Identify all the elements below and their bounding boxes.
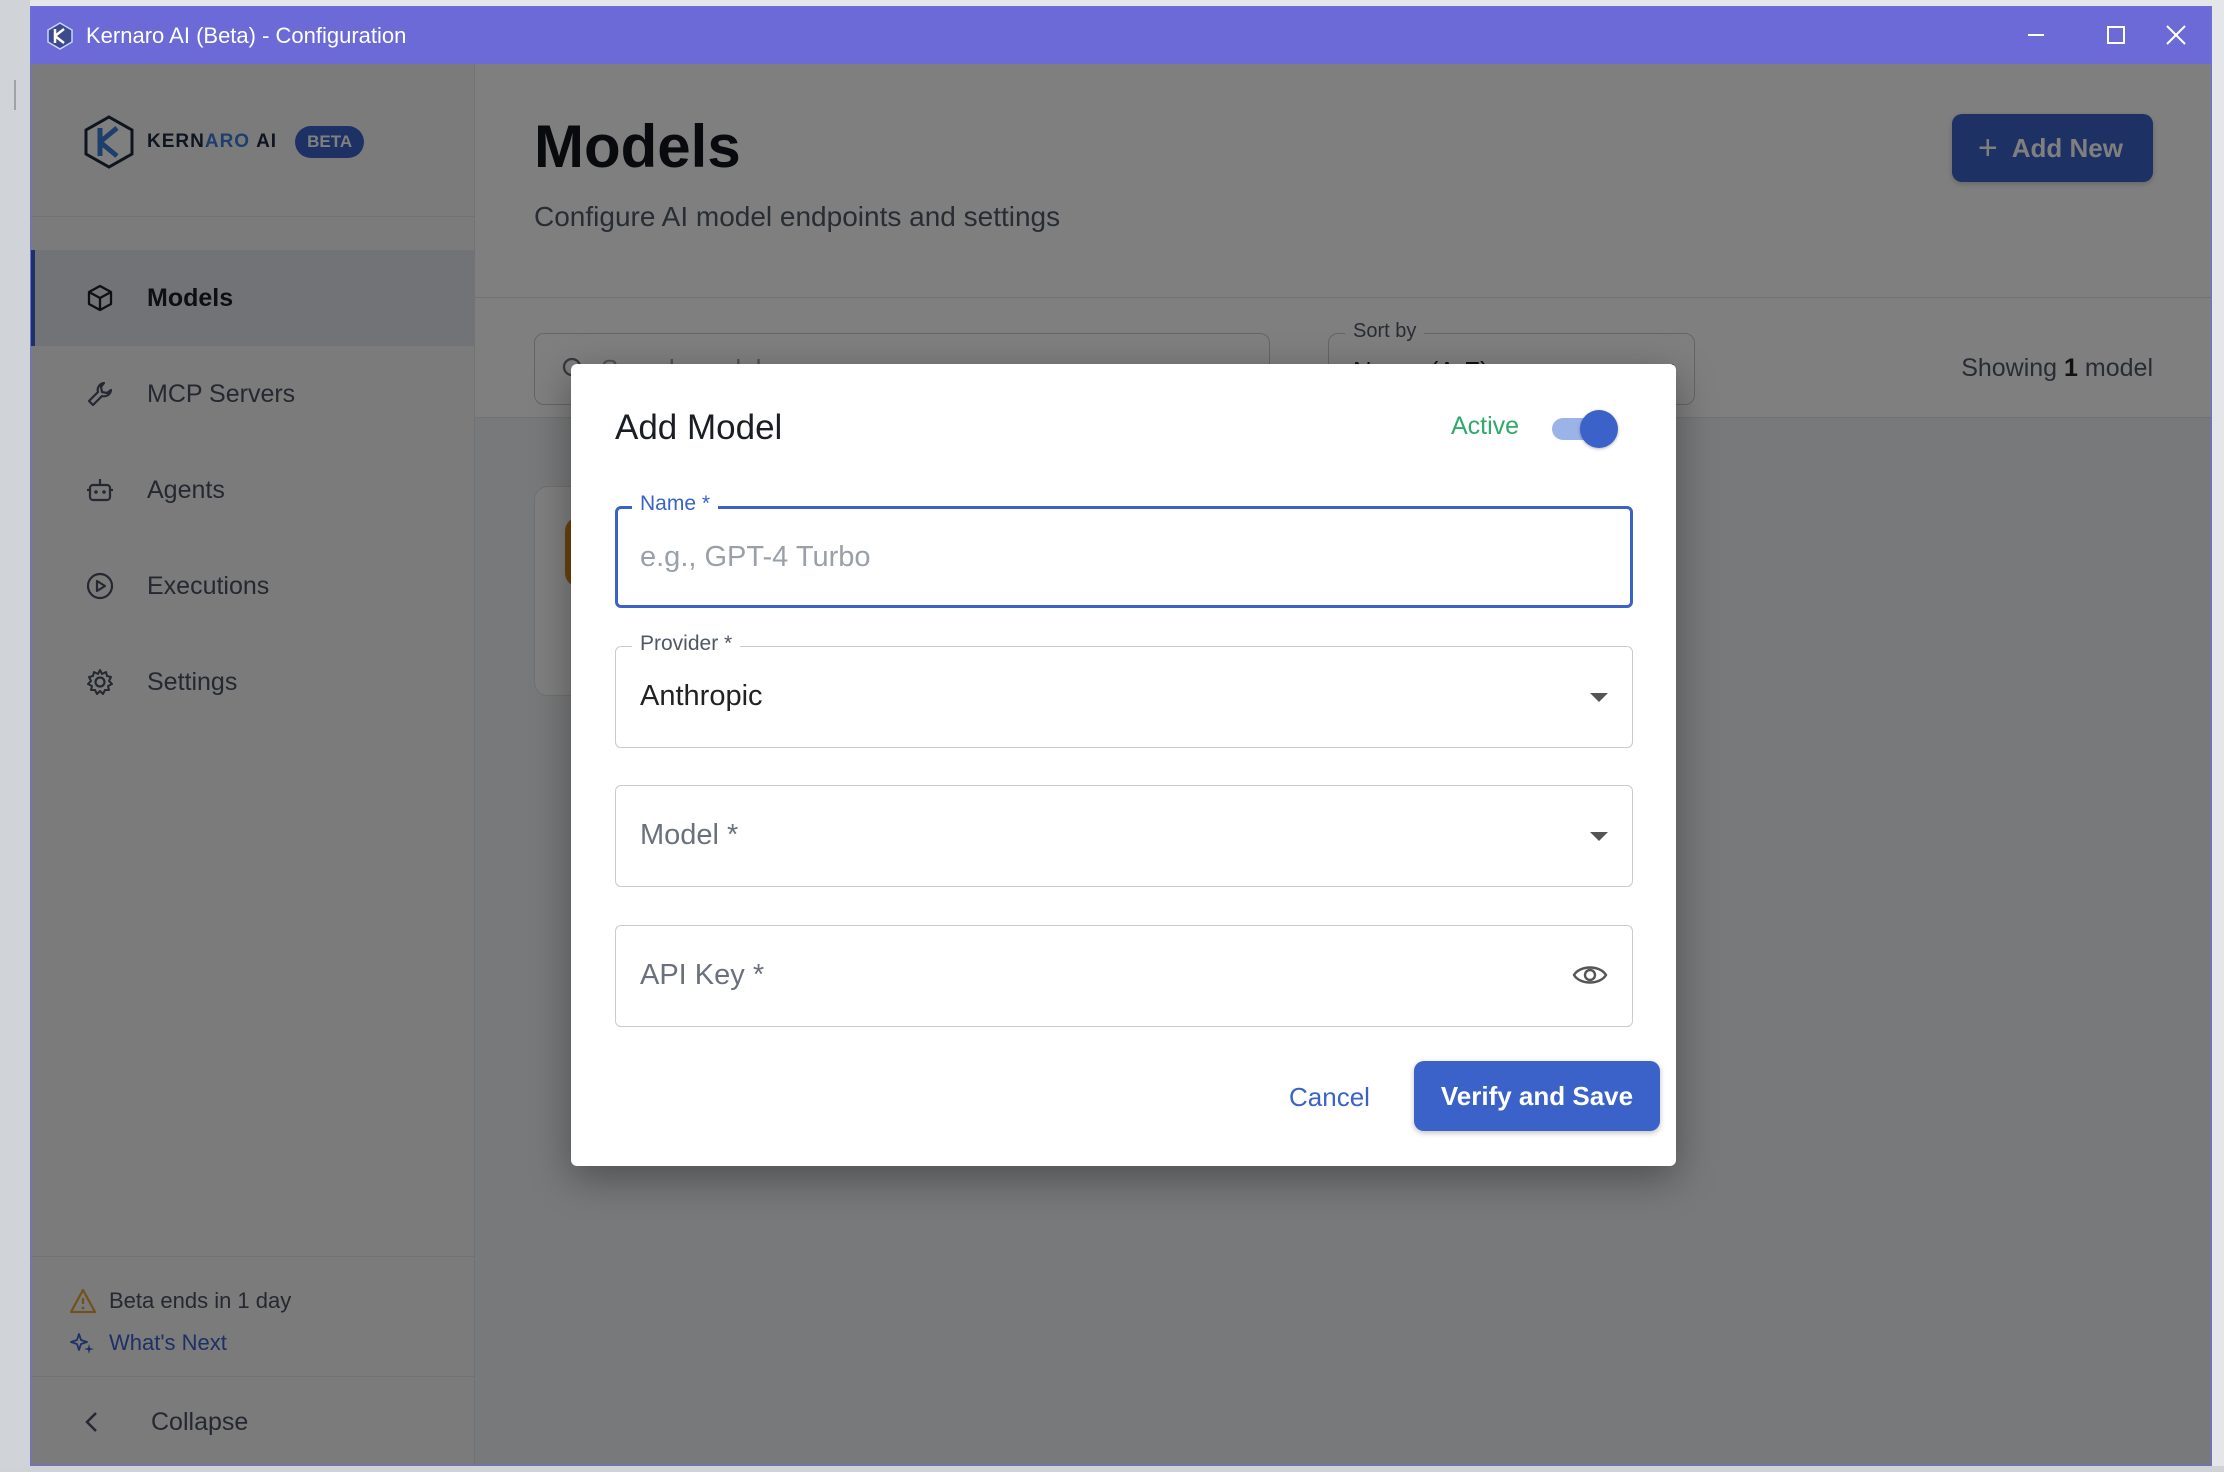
dropdown-arrow-icon (1590, 832, 1608, 841)
model-select[interactable]: Model * (615, 785, 1633, 887)
provider-label: Provider * (632, 632, 741, 656)
desktop-edge (0, 0, 30, 1472)
dialog-title: Add Model (615, 408, 783, 447)
provider-value: Anthropic (640, 680, 763, 712)
close-window-button[interactable] (2146, 15, 2206, 55)
edge-mark (14, 80, 28, 110)
eye-icon[interactable] (1572, 960, 1608, 990)
provider-select[interactable]: Provider * Anthropic (615, 632, 1633, 748)
cancel-button[interactable]: Cancel (1281, 1076, 1378, 1119)
active-toggle[interactable] (1546, 406, 1618, 448)
name-input[interactable] (640, 509, 1540, 605)
maximize-icon (2107, 26, 2125, 44)
minimize-button[interactable] (2006, 15, 2066, 55)
desktop-bottom-strip (0, 1466, 2224, 1472)
window-title: Kernaro AI (Beta) - Configuration (86, 23, 407, 48)
app-logo-icon (47, 22, 73, 50)
model-placeholder: Model * (640, 819, 739, 851)
close-icon (2166, 25, 2186, 45)
maximize-button[interactable] (2086, 15, 2146, 55)
active-label: Active (1451, 412, 1520, 440)
api-key-placeholder: API Key * (640, 959, 765, 991)
verify-and-save-button[interactable]: Verify and Save (1414, 1061, 1660, 1131)
name-field[interactable]: Name * (615, 492, 1633, 608)
dropdown-arrow-icon (1590, 693, 1608, 702)
toggle-knob (1580, 410, 1618, 448)
app-window: Kernaro AI (Beta) - Configuration KERNAR… (30, 6, 2212, 1466)
minimize-icon (2028, 34, 2044, 36)
api-key-field[interactable]: API Key * (615, 925, 1633, 1027)
title-bar[interactable]: Kernaro AI (Beta) - Configuration (31, 7, 2211, 64)
add-model-dialog: Add Model Active Name * Provider * Anthr… (571, 364, 1676, 1166)
